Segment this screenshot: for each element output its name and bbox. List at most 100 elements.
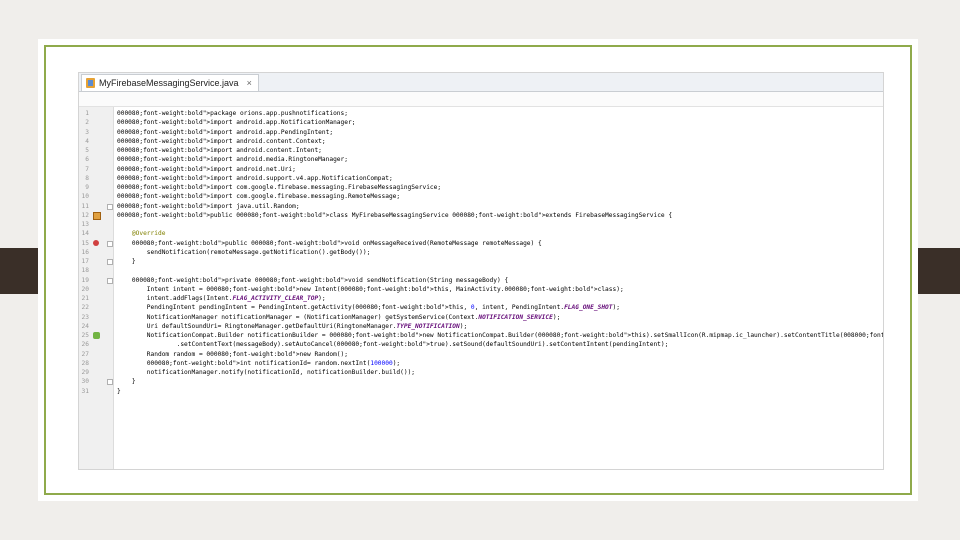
code-line: 15 000080;font-weight:bold">public 00008… bbox=[79, 239, 883, 248]
code-text: .setContentText(messageBody).setAutoCanc… bbox=[117, 341, 669, 349]
code-text: 000080;font-weight:bold">public 000080;f… bbox=[117, 211, 673, 219]
code-text: intent.addFlags(Intent.FLAG_ACTIVITY_CLE… bbox=[117, 295, 326, 302]
code-text: 000080;font-weight:bold">int notificatio… bbox=[146, 359, 401, 367]
code-line: 16 sendNotification(remoteMessage.getNot… bbox=[79, 248, 883, 257]
editor-breadcrumb-bar bbox=[79, 92, 883, 107]
line-number: 18 bbox=[81, 267, 89, 275]
code-line: 26 .setContentText(messageBody).setAutoC… bbox=[79, 340, 883, 349]
java-file-icon bbox=[86, 78, 95, 88]
code-line: 17 } bbox=[79, 257, 883, 266]
tab-file[interactable]: MyFirebaseMessagingService.java × bbox=[81, 74, 259, 91]
code-line: 5 000080;font-weight:bold">import android… bbox=[79, 146, 883, 155]
fold-toggle[interactable] bbox=[107, 259, 113, 265]
fold-toggle[interactable] bbox=[107, 240, 113, 247]
code-text: 000080;font-weight:bold">import android.… bbox=[117, 137, 326, 145]
code-line: 1 000080;font-weight:bold">package orions… bbox=[79, 109, 883, 118]
editor-tab-bar: MyFirebaseMessagingService.java × bbox=[79, 73, 883, 92]
implements-icon[interactable] bbox=[93, 211, 101, 220]
code-text: NotificationCompat.Builder notificationB… bbox=[117, 332, 883, 339]
code-line: 13 bbox=[79, 220, 883, 229]
code-text: 000080;font-weight:bold">package orions.… bbox=[117, 110, 348, 117]
code-text: 000080;font-weight:bold">import android.… bbox=[117, 174, 393, 182]
code-line: 3 000080;font-weight:bold">import android… bbox=[79, 128, 883, 137]
line-number: 3 bbox=[85, 128, 89, 136]
code-line: 21 intent.addFlags(Intent.FLAG_ACTIVITY_… bbox=[79, 294, 883, 303]
code-text: 000080;font-weight:bold">import com.goog… bbox=[117, 193, 401, 201]
code-area[interactable]: 1 000080;font-weight:bold">package orions… bbox=[79, 109, 883, 396]
line-number: 20 bbox=[81, 285, 89, 293]
code-text: } bbox=[117, 378, 136, 386]
code-text: Uri defaultSoundUri= RingtoneManager.get… bbox=[117, 322, 468, 330]
line-number: 30 bbox=[81, 378, 89, 386]
code-line: 8 000080;font-weight:bold">import android… bbox=[79, 174, 883, 183]
code-editor: MyFirebaseMessagingService.java × 1 00008… bbox=[78, 72, 884, 470]
code-line: 30 } bbox=[79, 377, 883, 386]
code-line: 7 000080;font-weight:bold">import android… bbox=[79, 165, 883, 174]
close-icon[interactable]: × bbox=[247, 78, 252, 88]
line-number: 15 bbox=[81, 239, 89, 247]
line-number: 24 bbox=[81, 322, 89, 330]
code-text: @Override bbox=[117, 230, 166, 238]
fold-toggle[interactable] bbox=[107, 277, 113, 284]
code-text: Random random = 000080;font-weight:bold"… bbox=[117, 350, 348, 358]
code-text: notificationManager.notify(notificationI… bbox=[117, 369, 416, 376]
code-text: 000080;font-weight:bold">import android.… bbox=[117, 147, 322, 154]
code-text: NotificationManager notificationManager … bbox=[117, 313, 561, 321]
code-text: 000080;font-weight:bold">private 000080;… bbox=[131, 276, 509, 284]
line-number: 5 bbox=[85, 147, 89, 154]
code-text: Intent intent = 000080;font-weight:bold"… bbox=[117, 285, 624, 293]
line-number: 25 bbox=[81, 332, 89, 339]
line-number: 31 bbox=[81, 387, 89, 395]
code-line: 29 notificationManager.notify(notificati… bbox=[79, 368, 883, 377]
line-number: 26 bbox=[81, 341, 89, 349]
code-text: 000080;font-weight:bold">import java.uti… bbox=[117, 202, 300, 210]
line-number: 11 bbox=[81, 202, 89, 210]
line-number: 23 bbox=[81, 313, 89, 321]
code-line: 9 000080;font-weight:bold">import com.goo… bbox=[79, 183, 883, 192]
code-line: 23 NotificationManager notificationManag… bbox=[79, 313, 883, 322]
line-number: 27 bbox=[81, 350, 89, 358]
code-line: 12 000080;font-weight:bold">public 000080… bbox=[79, 211, 883, 220]
code-line: 28 000080;font-weight:bold">int notifica… bbox=[79, 359, 883, 368]
line-number: 19 bbox=[81, 276, 89, 284]
override-icon[interactable] bbox=[93, 239, 99, 246]
code-line: 19 000080;font-weight:bold">private 0000… bbox=[79, 276, 883, 285]
code-text: 000080;font-weight:bold">import android.… bbox=[117, 165, 296, 173]
line-number: 10 bbox=[81, 193, 89, 201]
code-text: PendingIntent pendingIntent = PendingInt… bbox=[117, 304, 620, 312]
code-line: 11 000080;font-weight:bold">import java.u… bbox=[79, 202, 883, 211]
code-line: 10 000080;font-weight:bold">import com.go… bbox=[79, 192, 883, 201]
line-number: 9 bbox=[85, 184, 89, 191]
code-line: 25 NotificationCompat.Builder notificati… bbox=[79, 331, 883, 340]
code-text: 000080;font-weight:bold">import android.… bbox=[117, 156, 348, 164]
code-line: 14 @Override bbox=[79, 229, 883, 238]
code-text: 000080;font-weight:bold">import com.goog… bbox=[117, 184, 442, 191]
line-number: 7 bbox=[85, 165, 89, 173]
code-line: 24 Uri defaultSoundUri= RingtoneManager.… bbox=[79, 322, 883, 331]
line-number: 2 bbox=[85, 119, 89, 127]
code-text: 000080;font-weight:bold">import android.… bbox=[117, 128, 334, 136]
fold-toggle[interactable] bbox=[107, 203, 113, 210]
android-icon bbox=[93, 332, 100, 339]
tab-filename: MyFirebaseMessagingService.java bbox=[99, 78, 239, 88]
code-line: 18 bbox=[79, 266, 883, 275]
line-number: 4 bbox=[85, 137, 89, 145]
code-line: 20 Intent intent = 000080;font-weight:bo… bbox=[79, 285, 883, 294]
fold-toggle[interactable] bbox=[107, 379, 113, 386]
code-line: 4 000080;font-weight:bold">import android… bbox=[79, 137, 883, 146]
line-number: 21 bbox=[81, 295, 89, 302]
line-number: 17 bbox=[81, 258, 89, 265]
code-line: 31} bbox=[79, 387, 883, 396]
line-number: 12 bbox=[81, 211, 89, 219]
line-number: 16 bbox=[81, 248, 89, 256]
line-number: 6 bbox=[85, 156, 89, 164]
code-line: 27 Random random = 000080;font-weight:bo… bbox=[79, 350, 883, 359]
code-line: 2 000080;font-weight:bold">import android… bbox=[79, 118, 883, 127]
line-number: 29 bbox=[81, 369, 89, 376]
line-number: 1 bbox=[85, 110, 89, 117]
code-line: 22 PendingIntent pendingIntent = Pending… bbox=[79, 303, 883, 312]
line-number: 28 bbox=[81, 359, 89, 367]
line-number: 13 bbox=[81, 221, 89, 228]
code-text: 000080;font-weight:bold">import android.… bbox=[117, 119, 356, 127]
line-number: 22 bbox=[81, 304, 89, 312]
